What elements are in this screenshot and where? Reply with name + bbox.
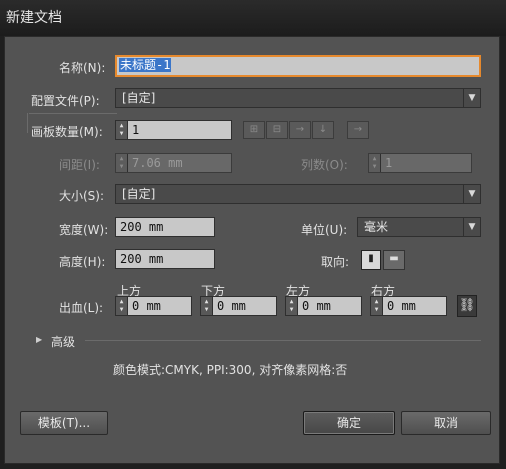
size-label: 大小(S): bbox=[59, 189, 105, 203]
artboards-stepper[interactable]: ▲ ▼ bbox=[116, 121, 128, 139]
columns-input[interactable]: ▲ ▼ 1 bbox=[368, 153, 472, 173]
bleed-right-value: 0 mm bbox=[387, 299, 416, 313]
grid-by-row-icon[interactable]: ⊞ bbox=[243, 121, 265, 139]
bleed-right-stepper[interactable]: ▲ ▼ bbox=[371, 297, 383, 315]
profile-value: [自定] bbox=[122, 91, 156, 105]
bleed-label: 出血(L): bbox=[59, 301, 104, 315]
height-label: 高度(H): bbox=[59, 255, 106, 269]
advanced-label[interactable]: 高级 bbox=[51, 333, 75, 350]
spacing-stepper[interactable]: ▲ ▼ bbox=[116, 154, 128, 172]
bleed-left-value: 0 mm bbox=[302, 299, 331, 313]
columns-label: 列数(O): bbox=[301, 158, 348, 172]
artboards-input[interactable]: ▲ ▼ 1 bbox=[115, 120, 232, 140]
title-bar: 新建文档 bbox=[0, 0, 506, 36]
profile-label: 配置文件(P): bbox=[31, 94, 100, 108]
chevron-down-icon: ▼ bbox=[463, 185, 480, 203]
portrait-icon[interactable]: ▮ bbox=[361, 250, 381, 270]
templates-button[interactable]: 模板(T)... bbox=[20, 411, 108, 435]
chevron-down-icon: ▼ bbox=[463, 89, 480, 107]
landscape-icon[interactable]: ▬ bbox=[383, 250, 405, 270]
columns-value: 1 bbox=[385, 156, 393, 170]
bleed-left-input[interactable]: ▲ ▼ 0 mm bbox=[285, 296, 362, 316]
height-value: 200 mm bbox=[120, 252, 164, 266]
bleed-top-input[interactable]: ▲ ▼ 0 mm bbox=[115, 296, 192, 316]
arrange-by-row-icon[interactable]: → bbox=[289, 121, 311, 139]
bleed-bottom-stepper[interactable]: ▲ ▼ bbox=[201, 297, 213, 315]
spacing-input[interactable]: ▲ ▼ 7.06 mm bbox=[115, 153, 232, 173]
units-label: 单位(U): bbox=[301, 223, 348, 237]
height-input[interactable]: 200 mm bbox=[115, 249, 215, 269]
units-select[interactable]: 毫米 ▼ bbox=[357, 217, 481, 237]
orientation-label: 取向: bbox=[321, 255, 350, 269]
expand-triangle-icon[interactable]: ▶ bbox=[36, 335, 42, 344]
advanced-separator bbox=[85, 340, 481, 341]
artboards-label: 画板数量(M): bbox=[31, 125, 103, 139]
width-value: 200 mm bbox=[120, 220, 164, 234]
name-value: 未标题-1 bbox=[119, 58, 172, 72]
bleed-right-input[interactable]: ▲ ▼ 0 mm bbox=[370, 296, 447, 316]
bleed-top-stepper[interactable]: ▲ ▼ bbox=[116, 297, 128, 315]
profile-group-line-left bbox=[27, 113, 28, 133]
grid-by-column-icon[interactable]: ⊟ bbox=[266, 121, 288, 139]
columns-stepper[interactable]: ▲ ▼ bbox=[369, 154, 381, 172]
width-label: 宽度(W): bbox=[59, 223, 109, 237]
spacing-label: 间距(I): bbox=[59, 158, 100, 172]
size-value: [自定] bbox=[122, 187, 156, 201]
units-value: 毫米 bbox=[364, 220, 389, 234]
window-title: 新建文档 bbox=[6, 10, 62, 26]
chevron-down-icon: ▼ bbox=[463, 218, 480, 236]
bleed-top-value: 0 mm bbox=[132, 299, 161, 313]
chain-link-icon[interactable]: ⛓ bbox=[457, 295, 477, 317]
name-input[interactable]: 未标题-1 bbox=[115, 55, 481, 77]
profile-select[interactable]: [自定] ▼ bbox=[115, 88, 481, 108]
cancel-button[interactable]: 取消 bbox=[401, 411, 491, 435]
name-label: 名称(N): bbox=[59, 61, 106, 75]
size-select[interactable]: [自定] ▼ bbox=[115, 184, 481, 204]
ok-button[interactable]: 确定 bbox=[303, 411, 395, 435]
artboards-value: 1 bbox=[132, 123, 140, 137]
document-info-text: 颜色模式:CMYK, PPI:300, 对齐像素网格:否 bbox=[113, 363, 348, 377]
width-input[interactable]: 200 mm bbox=[115, 217, 215, 237]
bleed-left-stepper[interactable]: ▲ ▼ bbox=[286, 297, 298, 315]
arrange-by-column-icon[interactable]: ↓ bbox=[312, 121, 334, 139]
bleed-bottom-input[interactable]: ▲ ▼ 0 mm bbox=[200, 296, 277, 316]
spacing-value: 7.06 mm bbox=[132, 156, 183, 170]
bleed-bottom-value: 0 mm bbox=[217, 299, 246, 313]
right-to-left-arrow-icon[interactable]: → bbox=[347, 121, 369, 139]
new-document-dialog: 名称(N): 未标题-1 配置文件(P): [自定] ▼ 画板数量(M): ▲ ▼… bbox=[4, 36, 500, 464]
profile-group-line bbox=[29, 113, 117, 114]
